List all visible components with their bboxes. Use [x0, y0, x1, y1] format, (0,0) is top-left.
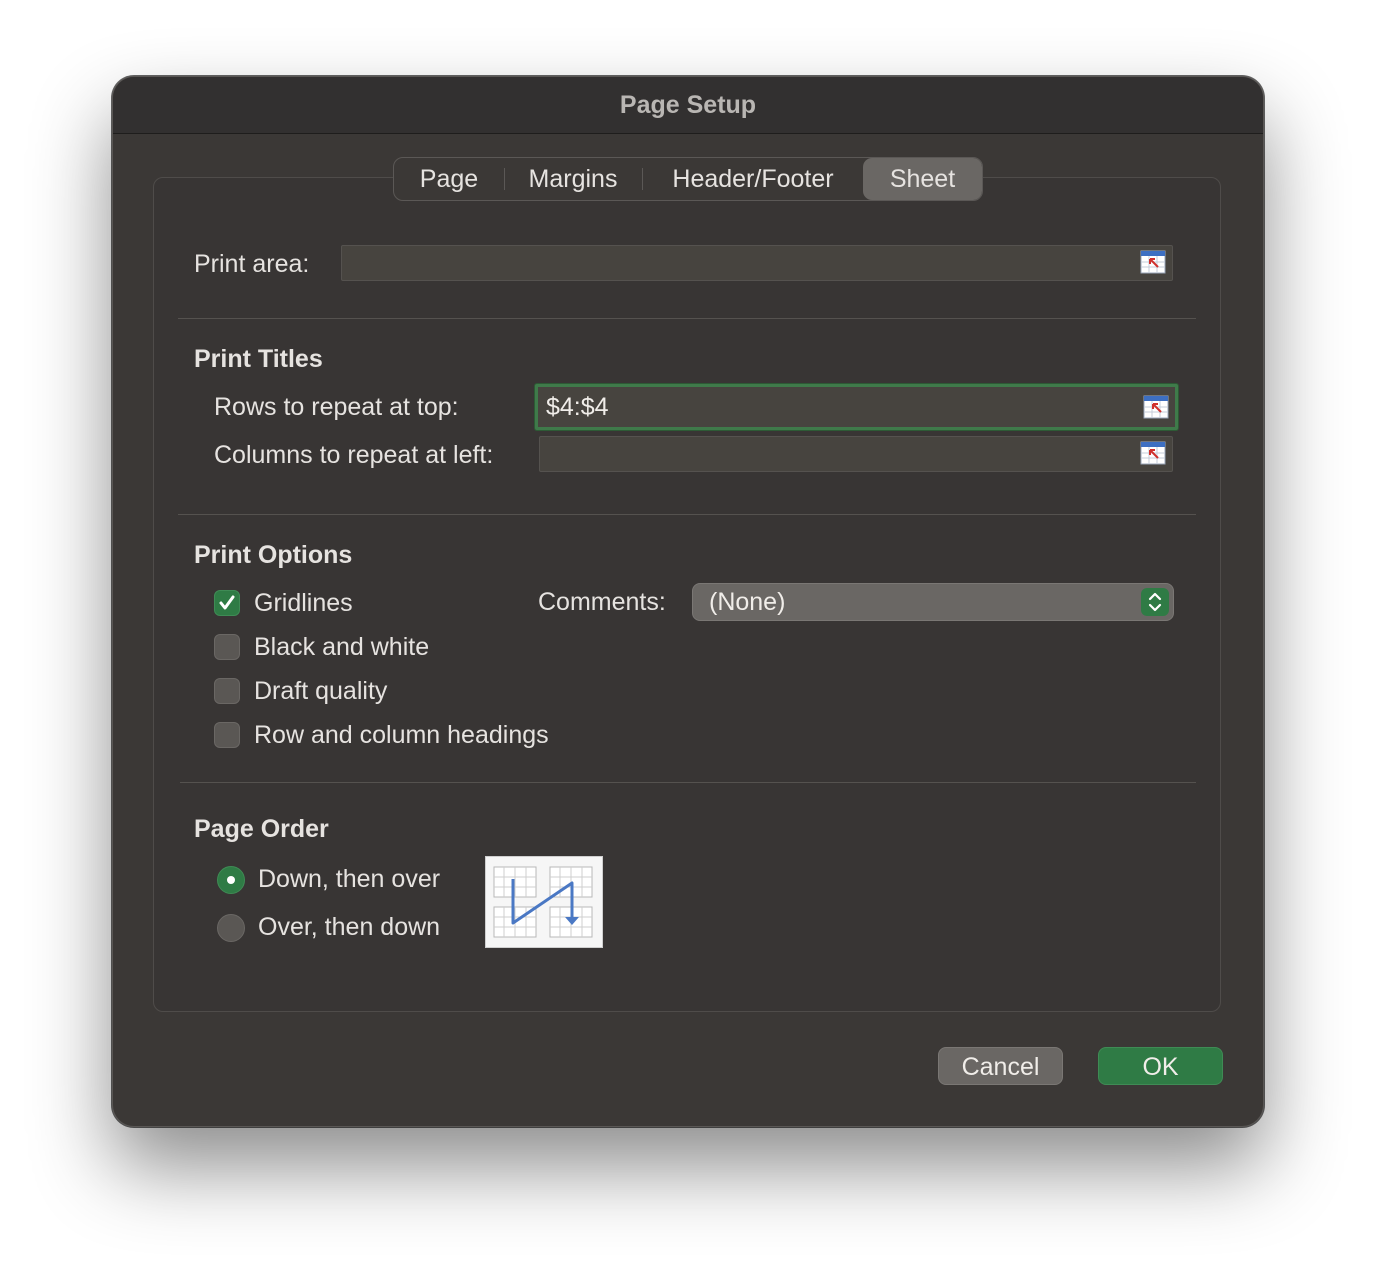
tab-margins[interactable]: Margins — [505, 158, 641, 200]
rows-repeat-label: Rows to repeat at top: — [214, 393, 459, 421]
divider-1 — [178, 318, 1196, 319]
print-area-field[interactable] — [341, 245, 1173, 281]
chevron-updown-icon — [1141, 588, 1169, 616]
black-white-checkbox[interactable] — [214, 634, 240, 660]
tab-sheet[interactable]: Sheet — [863, 158, 982, 200]
range-select-icon[interactable] — [1143, 395, 1169, 419]
columns-repeat-label: Columns to repeat at left: — [214, 441, 494, 469]
black-white-label: Black and white — [254, 633, 430, 661]
columns-repeat-field[interactable] — [539, 436, 1173, 472]
page-setup-dialog: Page Setup Print area: Print Titles Rows… — [112, 76, 1264, 1127]
row-column-headings-label: Row and column headings — [254, 721, 549, 749]
tab-header-footer[interactable]: Header/Footer — [643, 158, 863, 200]
over-then-down-label: Over, then down — [258, 913, 441, 941]
divider-2 — [178, 514, 1196, 515]
divider-3 — [180, 782, 1196, 783]
range-select-icon[interactable] — [1140, 441, 1166, 465]
rows-repeat-field[interactable]: $4:$4 — [535, 384, 1178, 430]
down-then-over-radio[interactable] — [217, 866, 245, 894]
over-then-down-radio[interactable] — [217, 914, 245, 942]
page-order-heading: Page Order — [194, 815, 329, 843]
print-options-heading: Print Options — [194, 541, 353, 569]
page-order-preview-icon — [485, 856, 603, 948]
dialog-title: Page Setup — [619, 91, 757, 119]
tab-bar: Page Margins Header/Footer Sheet — [393, 157, 983, 201]
sheet-panel: Print area: Print Titles Rows to repeat … — [153, 177, 1221, 1012]
cancel-button[interactable]: Cancel — [938, 1047, 1063, 1085]
ok-button[interactable]: OK — [1098, 1047, 1223, 1085]
down-then-over-label: Down, then over — [258, 865, 441, 893]
print-area-label: Print area: — [194, 250, 310, 278]
tab-page[interactable]: Page — [394, 158, 504, 200]
gridlines-checkbox[interactable] — [214, 590, 240, 616]
gridlines-label: Gridlines — [254, 589, 353, 617]
title-bar: Page Setup — [113, 77, 1263, 134]
checkmark-icon — [219, 595, 235, 610]
range-select-icon[interactable] — [1140, 250, 1166, 274]
draft-quality-checkbox[interactable] — [214, 678, 240, 704]
draft-quality-label: Draft quality — [254, 677, 388, 705]
comments-select[interactable]: (None) — [692, 583, 1174, 621]
row-column-headings-checkbox[interactable] — [214, 722, 240, 748]
comments-label: Comments: — [538, 588, 666, 616]
print-titles-heading: Print Titles — [194, 345, 323, 373]
